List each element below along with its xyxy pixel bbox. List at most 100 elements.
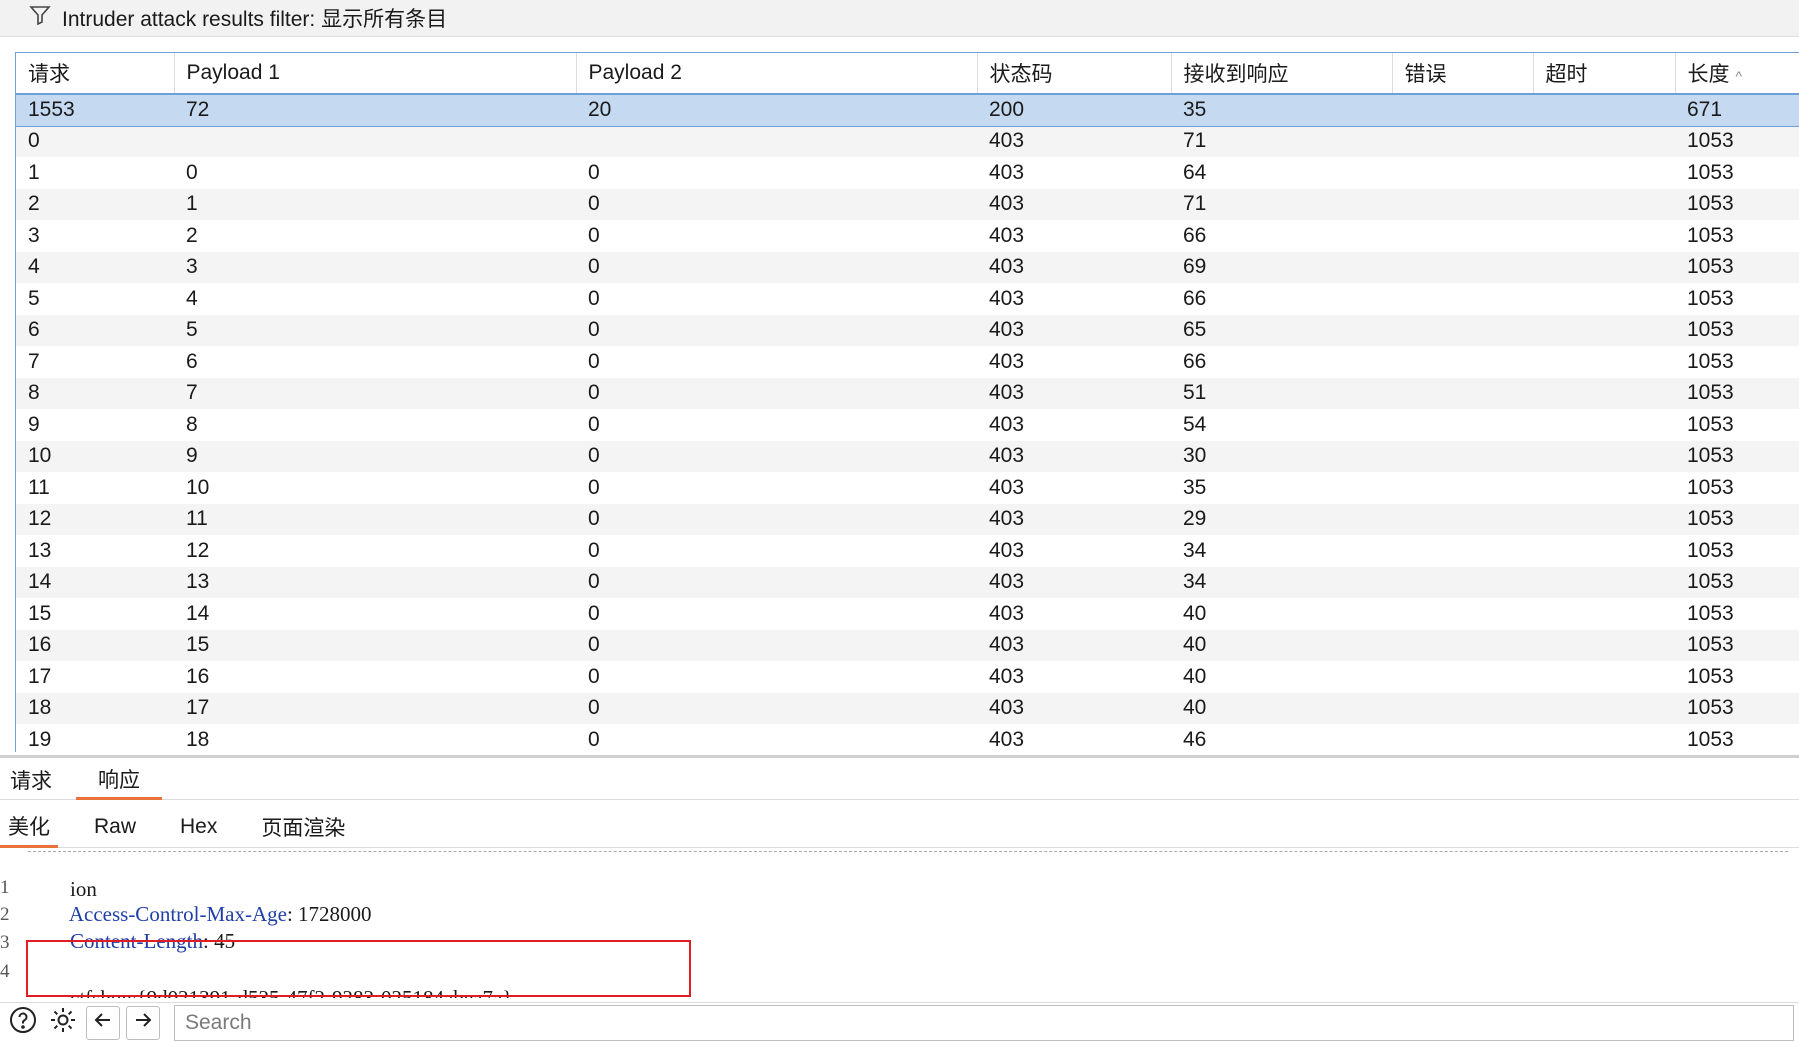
cell-length: 1053	[1687, 696, 1734, 720]
message-tabs: 请求 响应	[0, 760, 1799, 800]
settings-button[interactable]	[46, 1006, 80, 1040]
cell-length: 1053	[1687, 255, 1734, 279]
cell-length: 1053	[1687, 633, 1734, 657]
cell-length: 1053	[1687, 129, 1734, 153]
table-row[interactable]: 0 403 71 1053	[16, 125, 1799, 158]
cell-payload-2: 0	[588, 601, 600, 625]
cell-length: 1053	[1687, 160, 1734, 184]
cell-request: 1	[28, 160, 40, 184]
results-filter-bar[interactable]: Intruder attack results filter: 显示所有条目	[0, 0, 1799, 37]
table-row[interactable]: 12 11 0 403 29 1053	[16, 503, 1799, 536]
cell-length: 1053	[1687, 192, 1734, 216]
cell-length: 1053	[1687, 444, 1734, 468]
table-row[interactable]: 2 1 0 403 71 1053	[16, 188, 1799, 220]
column-header-request[interactable]: 请求	[16, 53, 175, 95]
cell-timeout	[1533, 598, 1675, 630]
table-row[interactable]: 14 13 0 403 34 1053	[16, 566, 1799, 598]
column-header-payload-2[interactable]: Payload 2	[576, 53, 978, 95]
cell-request: 14	[28, 570, 52, 594]
table-row[interactable]: 15 14 0 403 40 1053	[16, 598, 1799, 630]
table-row[interactable]: 19 18 0 403 46 1053	[16, 724, 1799, 752]
cell-request: 2	[28, 192, 40, 216]
table-row[interactable]: 9 8 0 403 54 1053	[16, 409, 1799, 441]
gear-icon	[48, 1005, 78, 1040]
cell-response-received: 35	[1183, 98, 1207, 122]
cell-status: 403	[989, 696, 1025, 720]
forward-button[interactable]	[126, 1005, 160, 1040]
back-button[interactable]	[86, 1005, 120, 1040]
table-row[interactable]: 4 3 0 403 69 1053	[16, 251, 1799, 283]
tab-render[interactable]: 页面渲染	[253, 806, 353, 848]
cell-payload-2: 0	[588, 664, 600, 688]
cell-request: 13	[28, 538, 52, 562]
table-row[interactable]: 13 12 0 403 34 1053	[16, 535, 1799, 567]
cell-length: 1053	[1687, 475, 1734, 499]
funnel-icon	[28, 3, 62, 33]
column-header-payload-1[interactable]: Payload 1	[174, 53, 577, 95]
cell-timeout	[1533, 283, 1675, 315]
cell-error	[1392, 220, 1533, 252]
cell-status: 403	[989, 570, 1025, 594]
cell-length: 1053	[1687, 349, 1734, 373]
cell-length: 1053	[1687, 412, 1734, 436]
table-row[interactable]: 1 0 0 403 64 1053	[16, 157, 1799, 189]
help-button[interactable]	[6, 1006, 40, 1040]
cell-payload-2: 0	[588, 349, 600, 373]
cell-timeout	[1533, 220, 1675, 252]
table-row[interactable]: 7 6 0 403 66 1053	[16, 346, 1799, 378]
cell-timeout	[1533, 630, 1675, 662]
cell-payload-2: 0	[588, 223, 600, 247]
response-editor[interactable]: ion 1 Access-Control-Max-Age: 1728000 2 …	[0, 848, 1799, 998]
table-row[interactable]: 3 2 0 403 66 1053	[16, 220, 1799, 252]
cell-length: 1053	[1687, 538, 1734, 562]
cell-status: 403	[989, 129, 1025, 153]
results-table-container[interactable]: 请求 Payload 1 Payload 2 状态码 接收到响应 错误 超时 长…	[15, 52, 1799, 752]
column-header-error[interactable]: 错误	[1392, 53, 1534, 95]
cell-payload-1	[174, 126, 576, 158]
cell-length: 1053	[1687, 507, 1734, 531]
table-header-row: 请求 Payload 1 Payload 2 状态码 接收到响应 错误 超时 长…	[16, 53, 1799, 95]
tab-request[interactable]: 请求	[0, 760, 62, 800]
tab-response[interactable]: 响应	[76, 760, 162, 800]
column-header-length[interactable]: 长度 ^	[1675, 53, 1799, 95]
tab-hex[interactable]: Hex	[172, 806, 225, 848]
table-row[interactable]: 10 9 0 403 30 1053	[16, 440, 1799, 473]
table-row[interactable]: 6 5 0 403 65 1053	[16, 314, 1799, 346]
cell-status: 403	[989, 255, 1025, 279]
cell-response-received: 51	[1183, 381, 1207, 405]
code-line: 3	[0, 932, 1799, 960]
line-number: 4	[0, 961, 10, 982]
table-row[interactable]: 1553 72 20 200 35 671	[16, 93, 1799, 127]
cell-payload-2	[576, 126, 977, 158]
column-header-timeout[interactable]: 超时	[1533, 53, 1676, 95]
table-row[interactable]: 18 17 0 403 40 1053	[16, 692, 1799, 724]
table-row[interactable]: 8 7 0 403 51 1053	[16, 377, 1799, 409]
cell-request: 6	[28, 318, 40, 342]
table-row[interactable]: 16 15 0 403 40 1053	[16, 629, 1799, 662]
tab-pretty[interactable]: 美化	[0, 806, 58, 848]
cell-status: 403	[989, 192, 1025, 216]
table-row[interactable]: 11 10 0 403 35 1053	[16, 472, 1799, 504]
tab-raw[interactable]: Raw	[86, 806, 144, 848]
cell-response-received: 71	[1183, 192, 1207, 216]
cell-response-received: 65	[1183, 318, 1207, 342]
cell-error	[1392, 441, 1533, 473]
search-input[interactable]	[174, 1004, 1794, 1041]
bottom-toolbar	[0, 1002, 1799, 1042]
cell-status: 403	[989, 223, 1025, 247]
cell-response-received: 46	[1183, 727, 1207, 751]
cell-payload-2: 0	[588, 412, 600, 436]
column-header-status[interactable]: 状态码	[977, 53, 1172, 95]
code-line: ion	[0, 852, 1799, 901]
table-row[interactable]: 17 16 0 403 40 1053	[16, 661, 1799, 693]
cell-error	[1392, 630, 1533, 662]
cell-timeout	[1533, 504, 1675, 536]
column-header-response-received[interactable]: 接收到响应	[1171, 53, 1393, 95]
cell-payload-2: 0	[588, 507, 600, 531]
table-row[interactable]: 5 4 0 403 66 1053	[16, 283, 1799, 315]
cell-payload-2: 0	[588, 318, 600, 342]
cell-request: 3	[28, 223, 40, 247]
cell-timeout	[1533, 94, 1675, 126]
split-pane-divider[interactable]	[0, 755, 1799, 758]
cell-payload-1: 15	[186, 633, 210, 657]
